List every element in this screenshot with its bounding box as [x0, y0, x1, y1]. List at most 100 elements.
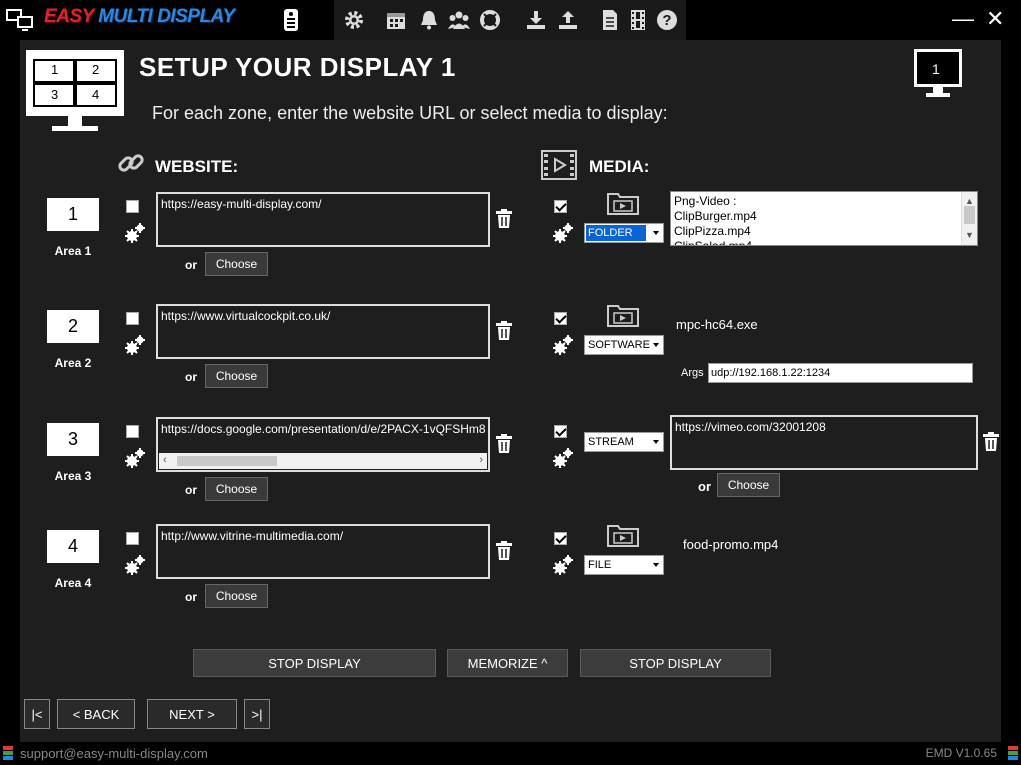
minimize-button[interactable]: — — [950, 6, 978, 34]
support-email[interactable]: support@easy-multi-display.com — [20, 746, 208, 761]
rgb-flag-icon — [1008, 746, 1018, 760]
download-icon[interactable] — [524, 8, 548, 32]
layout-cell-2: 2 — [92, 62, 100, 77]
svg-text:?: ? — [662, 12, 671, 29]
next-button[interactable]: NEXT > — [147, 699, 237, 729]
close-button[interactable]: ✕ — [984, 6, 1012, 34]
website-clear-trash-icon[interactable] — [495, 321, 513, 346]
website-choose-button[interactable]: Choose — [205, 584, 268, 608]
media-settings-gear-icon[interactable] — [552, 222, 574, 249]
gear-icon[interactable] — [342, 8, 366, 32]
or-label: or — [185, 483, 197, 497]
layout-cell-3: 3 — [51, 87, 59, 102]
media-enable-checkbox[interactable] — [554, 532, 567, 545]
media-film-icon — [541, 150, 577, 185]
media-list-item[interactable]: ClipPizza.mp4 — [674, 224, 974, 239]
or-label: or — [185, 370, 197, 384]
upload-icon[interactable] — [556, 8, 580, 32]
media-enable-checkbox[interactable] — [554, 425, 567, 438]
website-url-input[interactable]: https://www.virtualcockpit.co.uk/ — [156, 304, 490, 359]
media-type-select[interactable]: FOLDER — [584, 223, 664, 243]
media-list-item[interactable]: ClipSalad.mp4 — [674, 239, 974, 245]
horizontal-scrollbar[interactable]: ‹ › — [159, 453, 487, 469]
website-url-text: http://www.vitrine-multimedia.com/ — [161, 529, 344, 543]
args-input[interactable]: udp://192.168.1.22:1234 — [708, 363, 973, 383]
main-panel: 1 2 3 4 SETUP YOUR DISPLAY 1 For each zo… — [20, 40, 1001, 742]
website-choose-button[interactable]: Choose — [205, 477, 268, 501]
media-folder-icon[interactable] — [606, 190, 640, 221]
stop-display-button-2[interactable]: STOP DISPLAY — [580, 649, 771, 677]
website-enable-checkbox[interactable] — [126, 200, 139, 213]
website-settings-gear-icon[interactable] — [124, 334, 146, 361]
media-type-select[interactable]: STREAM — [584, 432, 664, 452]
media-settings-gear-icon[interactable] — [552, 447, 574, 474]
website-settings-gear-icon[interactable] — [124, 447, 146, 474]
area-label: Area 4 — [54, 576, 92, 590]
website-choose-button[interactable]: Choose — [205, 364, 268, 388]
document-icon[interactable] — [598, 8, 622, 32]
link-icon — [116, 148, 146, 183]
calendar-icon[interactable] — [384, 8, 408, 32]
screen-number: 1 — [932, 61, 940, 77]
website-settings-gear-icon[interactable] — [124, 554, 146, 581]
chevron-down-icon — [653, 440, 659, 444]
media-folder-icon[interactable] — [606, 522, 640, 553]
media-folder-icon[interactable] — [606, 302, 640, 333]
film-icon[interactable] — [626, 8, 650, 32]
media-type-select[interactable]: SOFTWARE — [584, 335, 664, 355]
website-enable-checkbox[interactable] — [126, 425, 139, 438]
website-url-input[interactable]: https://easy-multi-display.com/ — [156, 192, 490, 247]
screen-selector[interactable]: 1 — [913, 48, 965, 100]
media-enable-checkbox[interactable] — [554, 200, 567, 213]
toolbar: ? — [334, 0, 686, 40]
website-settings-gear-icon[interactable] — [124, 222, 146, 249]
website-enable-checkbox[interactable] — [126, 312, 139, 325]
media-type-value: SOFTWARE — [588, 339, 650, 351]
help-icon[interactable]: ? — [655, 8, 679, 32]
website-clear-trash-icon[interactable] — [495, 541, 513, 566]
website-enable-checkbox[interactable] — [126, 532, 139, 545]
media-enable-checkbox[interactable] — [554, 312, 567, 325]
support-icon[interactable] — [478, 8, 502, 32]
rgb-flag-icon — [3, 746, 13, 760]
media-list-item[interactable]: ClipBurger.mp4 — [674, 209, 974, 224]
first-button[interactable]: |< — [24, 699, 50, 729]
remote-icon[interactable] — [279, 8, 303, 32]
status-bar: support@easy-multi-display.com EMD V1.0.… — [0, 742, 1021, 765]
layout-cell-1: 1 — [51, 62, 59, 77]
media-type-select[interactable]: FILE — [584, 555, 664, 575]
area-number-box: 1 — [47, 198, 99, 231]
page-subtitle: For each zone, enter the website URL or … — [152, 103, 668, 123]
media-file-list[interactable]: Png-Video : ClipBurger.mp4 ClipPizza.mp4 Cl… — [670, 191, 978, 246]
app-logo-icon — [6, 8, 34, 32]
media-settings-gear-icon[interactable] — [552, 554, 574, 581]
website-clear-trash-icon[interactable] — [495, 434, 513, 459]
website-url-input[interactable]: https://docs.google.com/presentation/d/e… — [156, 417, 490, 472]
website-url-input[interactable]: http://www.vitrine-multimedia.com/ — [156, 524, 490, 579]
last-button[interactable]: >| — [244, 699, 270, 729]
app-title-easy: EASY — [44, 6, 94, 27]
group-icon[interactable] — [447, 8, 471, 32]
bell-icon[interactable] — [417, 8, 441, 32]
chevron-down-icon — [653, 563, 659, 567]
layout-cell-4: 4 — [92, 87, 100, 102]
media-settings-gear-icon[interactable] — [552, 334, 574, 361]
media-type-value: STREAM — [588, 436, 634, 448]
area-number-box: 4 — [47, 530, 99, 563]
website-clear-trash-icon[interactable] — [495, 209, 513, 234]
website-choose-button[interactable]: Choose — [205, 252, 268, 276]
vertical-scrollbar[interactable]: ▲ ▼ — [961, 192, 977, 245]
app-title-multi-display: MULTI DISPLAY — [98, 6, 235, 27]
memorize-button[interactable]: MEMORIZE ^ — [447, 649, 568, 677]
stop-display-button-1[interactable]: STOP DISPLAY — [193, 649, 436, 677]
stream-clear-trash-icon[interactable] — [982, 432, 1000, 457]
stream-url-input[interactable]: https://vimeo.com/32001208 — [670, 415, 978, 470]
stream-url-text: https://vimeo.com/32001208 — [675, 420, 826, 434]
layout-monitor-icon — [24, 48, 126, 132]
args-value: udp://192.168.1.22:1234 — [711, 367, 831, 379]
version-label: EMD V1.0.65 — [925, 746, 997, 760]
media-list-item[interactable]: Png-Video : — [674, 194, 974, 209]
or-label: or — [698, 479, 711, 494]
stream-choose-button[interactable]: Choose — [717, 473, 780, 497]
back-button[interactable]: < BACK — [57, 699, 135, 729]
